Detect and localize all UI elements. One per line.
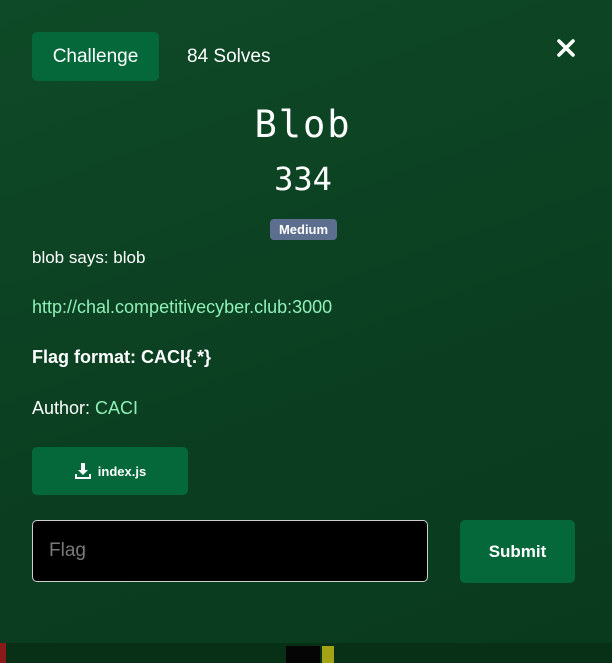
author-label: Author: — [32, 398, 96, 418]
flag-input[interactable] — [32, 520, 428, 582]
background-olive-block — [322, 646, 334, 663]
tab-challenge[interactable]: Challenge — [32, 32, 159, 81]
download-icon — [74, 463, 91, 479]
background-dark-block — [286, 646, 320, 663]
tab-challenge-label: Challenge — [52, 45, 139, 67]
author-link[interactable]: CACI — [95, 398, 138, 418]
background-red-block — [0, 643, 6, 663]
challenge-url-link[interactable]: http://chal.competitivecyber.club:3000 — [32, 297, 332, 318]
close-button[interactable] — [555, 37, 577, 59]
difficulty-badge: Medium — [270, 219, 337, 240]
file-name: index.js — [97, 463, 147, 479]
close-icon — [557, 39, 575, 57]
challenge-points: 334 — [274, 160, 332, 198]
flag-format-text: Flag format: CACI{.*} — [32, 347, 212, 367]
challenge-title: Blob — [254, 103, 352, 146]
solves-count[interactable]: 84 Solves — [187, 46, 270, 68]
challenge-description: blob says: blob — [32, 248, 146, 267]
challenge-modal: Challenge 84 Solves Blob 334 Medium blob… — [0, 0, 612, 643]
submit-button[interactable]: Submit — [460, 520, 575, 583]
download-file-button[interactable]: index.js — [32, 447, 188, 495]
author-line: Author: CACI — [32, 398, 138, 419]
